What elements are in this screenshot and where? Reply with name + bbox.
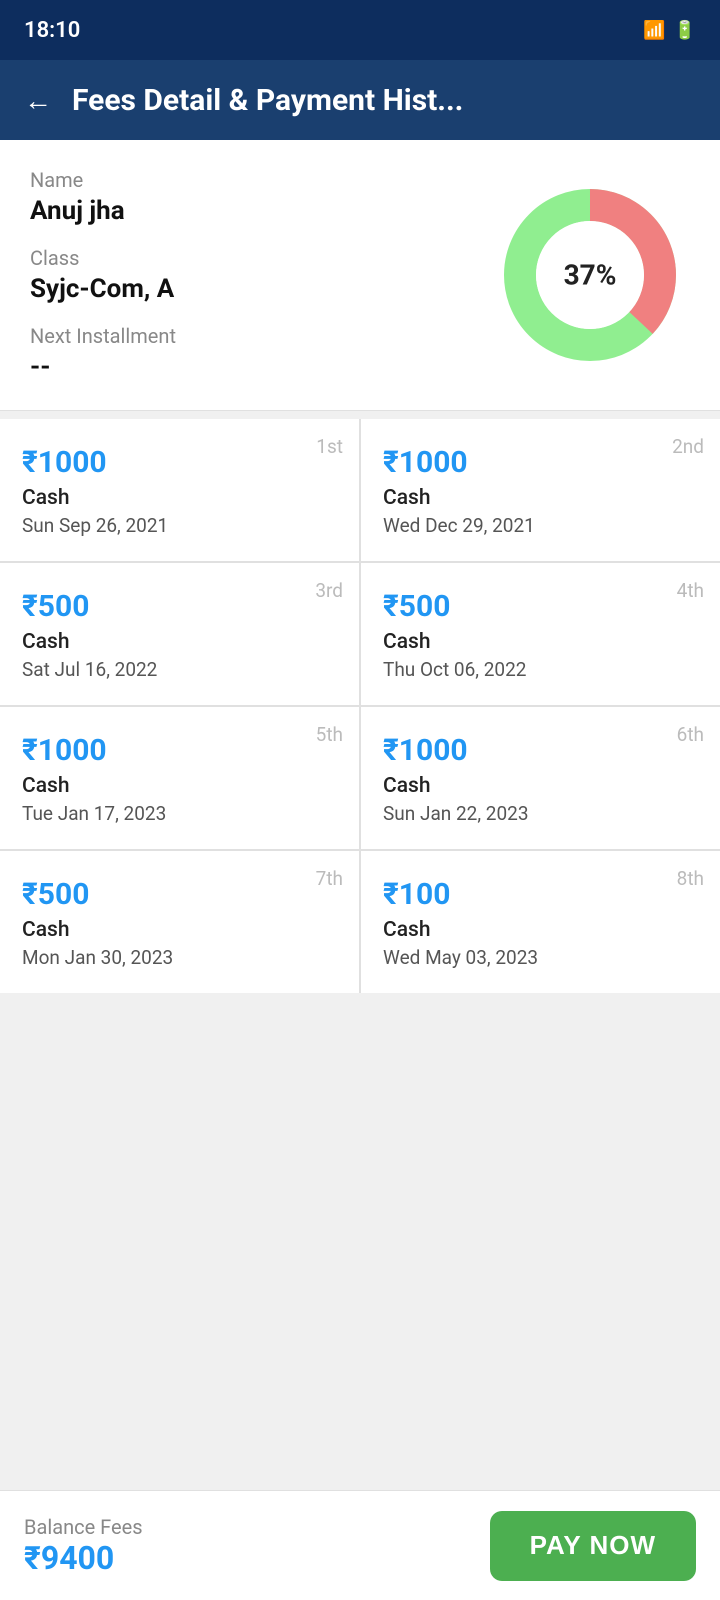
payment-card: 4th ₹500 Cash Thu Oct 06, 2022	[361, 563, 720, 705]
payment-card: 6th ₹1000 Cash Sun Jan 22, 2023	[361, 707, 720, 849]
payment-method: Cash	[22, 774, 337, 798]
payment-date: Wed May 03, 2023	[383, 946, 698, 969]
student-details: Name Anuj jha Class Syjc-Com, A Next Ins…	[30, 168, 490, 382]
payment-method: Cash	[22, 918, 337, 942]
wifi-icon: 📶	[643, 20, 665, 41]
app-bar: ← Fees Detail & Payment Hist...	[0, 60, 720, 140]
payment-date: Sun Jan 22, 2023	[383, 802, 698, 825]
payment-method: Cash	[383, 774, 698, 798]
payment-amount: ₹1000	[22, 733, 337, 768]
status-icons: 📶 🔋	[643, 20, 696, 41]
name-value: Anuj jha	[30, 196, 490, 226]
payment-method: Cash	[383, 486, 698, 510]
payment-amount: ₹1000	[22, 445, 337, 480]
installment-badge: 3rd	[315, 579, 343, 602]
payment-amount: ₹500	[383, 589, 698, 624]
student-info-card: Name Anuj jha Class Syjc-Com, A Next Ins…	[0, 140, 720, 411]
class-value: Syjc-Com, A	[30, 274, 490, 304]
payment-card: 7th ₹500 Cash Mon Jan 30, 2023	[0, 851, 359, 993]
payment-card: 5th ₹1000 Cash Tue Jan 17, 2023	[0, 707, 359, 849]
payment-date: Thu Oct 06, 2022	[383, 658, 698, 681]
fees-donut-chart: 37%	[490, 175, 690, 375]
payment-date: Sun Sep 26, 2021	[22, 514, 337, 537]
installment-badge: 6th	[677, 723, 704, 746]
installment-badge: 2nd	[672, 435, 704, 458]
payment-card: 2nd ₹1000 Cash Wed Dec 29, 2021	[361, 419, 720, 561]
balance-section: Balance Fees ₹9400	[24, 1515, 470, 1577]
payment-card: 8th ₹100 Cash Wed May 03, 2023	[361, 851, 720, 993]
payment-card: 1st ₹1000 Cash Sun Sep 26, 2021	[0, 419, 359, 561]
balance-amount: ₹9400	[24, 1539, 114, 1577]
payment-grid: 1st ₹1000 Cash Sun Sep 26, 2021 2nd ₹100…	[0, 419, 720, 993]
payment-amount: ₹1000	[383, 733, 698, 768]
payment-method: Cash	[383, 918, 698, 942]
payment-card: 3rd ₹500 Cash Sat Jul 16, 2022	[0, 563, 359, 705]
installment-badge: 8th	[677, 867, 704, 890]
bottom-bar: Balance Fees ₹9400 PAY NOW	[0, 1490, 720, 1600]
payment-method: Cash	[383, 630, 698, 654]
chart-percent-text: 37%	[564, 259, 617, 292]
page-title: Fees Detail & Payment Hist...	[72, 83, 696, 118]
payment-date: Tue Jan 17, 2023	[22, 802, 337, 825]
status-bar: 18:10 📶 🔋	[0, 0, 720, 60]
status-time: 18:10	[24, 18, 80, 43]
balance-label: Balance Fees	[24, 1515, 143, 1539]
payment-amount: ₹100	[383, 877, 698, 912]
installment-badge: 4th	[677, 579, 704, 602]
back-button[interactable]: ←	[24, 84, 52, 117]
class-label: Class	[30, 246, 490, 270]
payment-amount: ₹1000	[383, 445, 698, 480]
payment-amount: ₹500	[22, 589, 337, 624]
installment-badge: 1st	[316, 435, 343, 458]
payment-date: Sat Jul 16, 2022	[22, 658, 337, 681]
battery-icon: 🔋	[674, 20, 696, 41]
payment-method: Cash	[22, 486, 337, 510]
payment-amount: ₹500	[22, 877, 337, 912]
installment-badge: 7th	[316, 867, 343, 890]
payment-date: Mon Jan 30, 2023	[22, 946, 337, 969]
pay-now-button[interactable]: PAY NOW	[490, 1511, 696, 1581]
installment-label: Next Installment	[30, 324, 490, 348]
installment-badge: 5th	[316, 723, 343, 746]
name-label: Name	[30, 168, 490, 192]
payment-method: Cash	[22, 630, 337, 654]
payment-date: Wed Dec 29, 2021	[383, 514, 698, 537]
installment-value: --	[30, 352, 490, 382]
